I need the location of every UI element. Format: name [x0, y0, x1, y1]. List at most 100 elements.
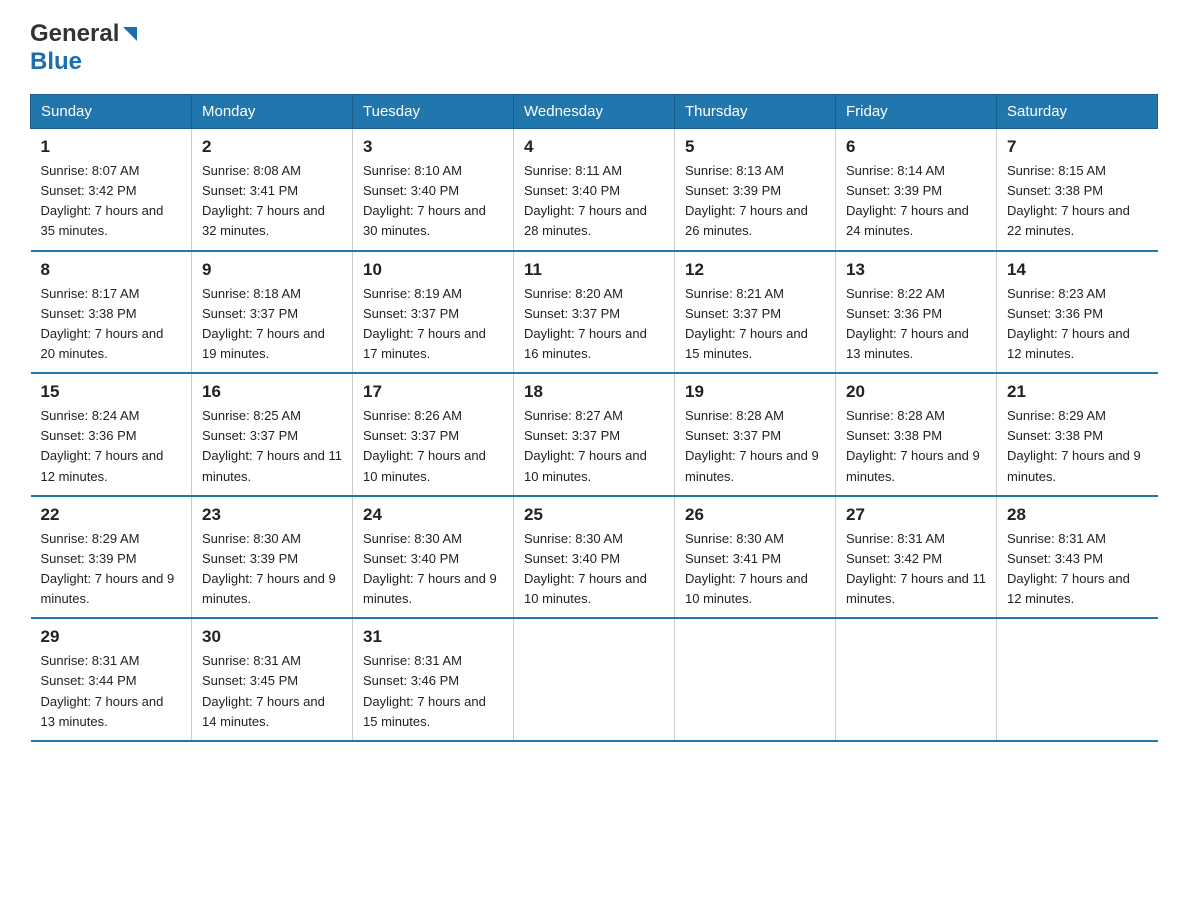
day-info: Sunrise: 8:31 AMSunset: 3:46 PMDaylight:… — [363, 653, 486, 728]
calendar-cell: 5 Sunrise: 8:13 AMSunset: 3:39 PMDaylight… — [675, 129, 836, 251]
day-info: Sunrise: 8:19 AMSunset: 3:37 PMDaylight:… — [363, 286, 486, 361]
week-row-5: 29 Sunrise: 8:31 AMSunset: 3:44 PMDayligh… — [31, 618, 1158, 741]
day-info: Sunrise: 8:28 AMSunset: 3:37 PMDaylight:… — [685, 408, 819, 483]
header-wednesday: Wednesday — [514, 95, 675, 129]
day-number: 27 — [846, 505, 986, 525]
calendar-cell: 4 Sunrise: 8:11 AMSunset: 3:40 PMDaylight… — [514, 129, 675, 251]
day-info: Sunrise: 8:29 AMSunset: 3:39 PMDaylight:… — [41, 531, 175, 606]
calendar-cell: 30 Sunrise: 8:31 AMSunset: 3:45 PMDayligh… — [192, 618, 353, 741]
day-info: Sunrise: 8:24 AMSunset: 3:36 PMDaylight:… — [41, 408, 164, 483]
day-info: Sunrise: 8:25 AMSunset: 3:37 PMDaylight:… — [202, 408, 342, 483]
logo-blue-text: Blue — [30, 48, 82, 76]
day-number: 12 — [685, 260, 825, 280]
calendar-cell: 23 Sunrise: 8:30 AMSunset: 3:39 PMDayligh… — [192, 496, 353, 619]
day-info: Sunrise: 8:26 AMSunset: 3:37 PMDaylight:… — [363, 408, 486, 483]
page-header: General Blue — [30, 20, 1158, 76]
calendar-cell: 21 Sunrise: 8:29 AMSunset: 3:38 PMDayligh… — [997, 373, 1158, 496]
day-number: 11 — [524, 260, 664, 280]
day-number: 26 — [685, 505, 825, 525]
day-info: Sunrise: 8:30 AMSunset: 3:40 PMDaylight:… — [524, 531, 647, 606]
calendar-table: SundayMondayTuesdayWednesdayThursdayFrid… — [30, 94, 1158, 742]
day-info: Sunrise: 8:22 AMSunset: 3:36 PMDaylight:… — [846, 286, 969, 361]
calendar-cell: 18 Sunrise: 8:27 AMSunset: 3:37 PMDayligh… — [514, 373, 675, 496]
day-number: 8 — [41, 260, 182, 280]
header-tuesday: Tuesday — [353, 95, 514, 129]
calendar-cell: 25 Sunrise: 8:30 AMSunset: 3:40 PMDayligh… — [514, 496, 675, 619]
day-info: Sunrise: 8:14 AMSunset: 3:39 PMDaylight:… — [846, 163, 969, 238]
calendar-cell — [997, 618, 1158, 741]
calendar-cell: 26Sunrise: 8:30 AMSunset: 3:41 PMDayligh… — [675, 496, 836, 619]
calendar-cell — [675, 618, 836, 741]
day-number: 29 — [41, 627, 182, 647]
calendar-cell: 7Sunrise: 8:15 AMSunset: 3:38 PMDaylight… — [997, 129, 1158, 251]
day-info: Sunrise: 8:21 AMSunset: 3:37 PMDaylight:… — [685, 286, 808, 361]
day-number: 3 — [363, 137, 503, 157]
week-row-3: 15 Sunrise: 8:24 AMSunset: 3:36 PMDayligh… — [31, 373, 1158, 496]
header-friday: Friday — [836, 95, 997, 129]
calendar-cell: 27 Sunrise: 8:31 AMSunset: 3:42 PMDayligh… — [836, 496, 997, 619]
day-info: Sunrise: 8:11 AMSunset: 3:40 PMDaylight:… — [524, 163, 647, 238]
day-info: Sunrise: 8:07 AMSunset: 3:42 PMDaylight:… — [41, 163, 164, 238]
calendar-cell: 19 Sunrise: 8:28 AMSunset: 3:37 PMDayligh… — [675, 373, 836, 496]
calendar-cell: 10 Sunrise: 8:19 AMSunset: 3:37 PMDayligh… — [353, 251, 514, 374]
day-number: 19 — [685, 382, 825, 402]
day-number: 13 — [846, 260, 986, 280]
logo-general-text: General — [30, 20, 119, 48]
header-saturday: Saturday — [997, 95, 1158, 129]
day-number: 14 — [1007, 260, 1148, 280]
day-number: 2 — [202, 137, 342, 157]
logo: General Blue — [30, 20, 141, 76]
calendar-cell: 29 Sunrise: 8:31 AMSunset: 3:44 PMDayligh… — [31, 618, 192, 741]
day-number: 25 — [524, 505, 664, 525]
calendar-cell: 15 Sunrise: 8:24 AMSunset: 3:36 PMDayligh… — [31, 373, 192, 496]
day-number: 28 — [1007, 505, 1148, 525]
calendar-cell: 31 Sunrise: 8:31 AMSunset: 3:46 PMDayligh… — [353, 618, 514, 741]
calendar-cell — [514, 618, 675, 741]
day-info: Sunrise: 8:17 AMSunset: 3:38 PMDaylight:… — [41, 286, 164, 361]
day-info: Sunrise: 8:31 AMSunset: 3:43 PMDaylight:… — [1007, 531, 1130, 606]
calendar-cell: 9Sunrise: 8:18 AMSunset: 3:37 PMDaylight… — [192, 251, 353, 374]
day-number: 4 — [524, 137, 664, 157]
day-number: 18 — [524, 382, 664, 402]
calendar-cell: 20 Sunrise: 8:28 AMSunset: 3:38 PMDayligh… — [836, 373, 997, 496]
week-row-1: 1 Sunrise: 8:07 AMSunset: 3:42 PMDaylight… — [31, 129, 1158, 251]
day-info: Sunrise: 8:10 AMSunset: 3:40 PMDaylight:… — [363, 163, 486, 238]
calendar-cell: 13 Sunrise: 8:22 AMSunset: 3:36 PMDayligh… — [836, 251, 997, 374]
day-info: Sunrise: 8:13 AMSunset: 3:39 PMDaylight:… — [685, 163, 808, 238]
day-info: Sunrise: 8:15 AMSunset: 3:38 PMDaylight:… — [1007, 163, 1130, 238]
day-info: Sunrise: 8:31 AMSunset: 3:42 PMDaylight:… — [846, 531, 986, 606]
day-info: Sunrise: 8:31 AMSunset: 3:45 PMDaylight:… — [202, 653, 325, 728]
day-number: 15 — [41, 382, 182, 402]
calendar-cell — [836, 618, 997, 741]
day-info: Sunrise: 8:27 AMSunset: 3:37 PMDaylight:… — [524, 408, 647, 483]
day-number: 31 — [363, 627, 503, 647]
header-sunday: Sunday — [31, 95, 192, 129]
calendar-cell: 16Sunrise: 8:25 AMSunset: 3:37 PMDayligh… — [192, 373, 353, 496]
header-monday: Monday — [192, 95, 353, 129]
week-row-2: 8 Sunrise: 8:17 AMSunset: 3:38 PMDaylight… — [31, 251, 1158, 374]
day-number: 20 — [846, 382, 986, 402]
day-info: Sunrise: 8:23 AMSunset: 3:36 PMDaylight:… — [1007, 286, 1130, 361]
day-number: 1 — [41, 137, 182, 157]
day-info: Sunrise: 8:30 AMSunset: 3:39 PMDaylight:… — [202, 531, 336, 606]
header-thursday: Thursday — [675, 95, 836, 129]
day-info: Sunrise: 8:18 AMSunset: 3:37 PMDaylight:… — [202, 286, 325, 361]
calendar-header-row: SundayMondayTuesdayWednesdayThursdayFrid… — [31, 95, 1158, 129]
day-info: Sunrise: 8:31 AMSunset: 3:44 PMDaylight:… — [41, 653, 164, 728]
day-number: 21 — [1007, 382, 1148, 402]
day-info: Sunrise: 8:29 AMSunset: 3:38 PMDaylight:… — [1007, 408, 1141, 483]
day-number: 5 — [685, 137, 825, 157]
calendar-cell: 3 Sunrise: 8:10 AMSunset: 3:40 PMDaylight… — [353, 129, 514, 251]
day-info: Sunrise: 8:20 AMSunset: 3:37 PMDaylight:… — [524, 286, 647, 361]
day-number: 30 — [202, 627, 342, 647]
day-number: 23 — [202, 505, 342, 525]
logo-arrow-icon — [119, 23, 141, 45]
calendar-cell: 14 Sunrise: 8:23 AMSunset: 3:36 PMDayligh… — [997, 251, 1158, 374]
week-row-4: 22Sunrise: 8:29 AMSunset: 3:39 PMDayligh… — [31, 496, 1158, 619]
day-info: Sunrise: 8:28 AMSunset: 3:38 PMDaylight:… — [846, 408, 980, 483]
calendar-cell: 28 Sunrise: 8:31 AMSunset: 3:43 PMDayligh… — [997, 496, 1158, 619]
calendar-cell: 1 Sunrise: 8:07 AMSunset: 3:42 PMDaylight… — [31, 129, 192, 251]
calendar-cell: 12 Sunrise: 8:21 AMSunset: 3:37 PMDayligh… — [675, 251, 836, 374]
day-number: 10 — [363, 260, 503, 280]
day-number: 24 — [363, 505, 503, 525]
